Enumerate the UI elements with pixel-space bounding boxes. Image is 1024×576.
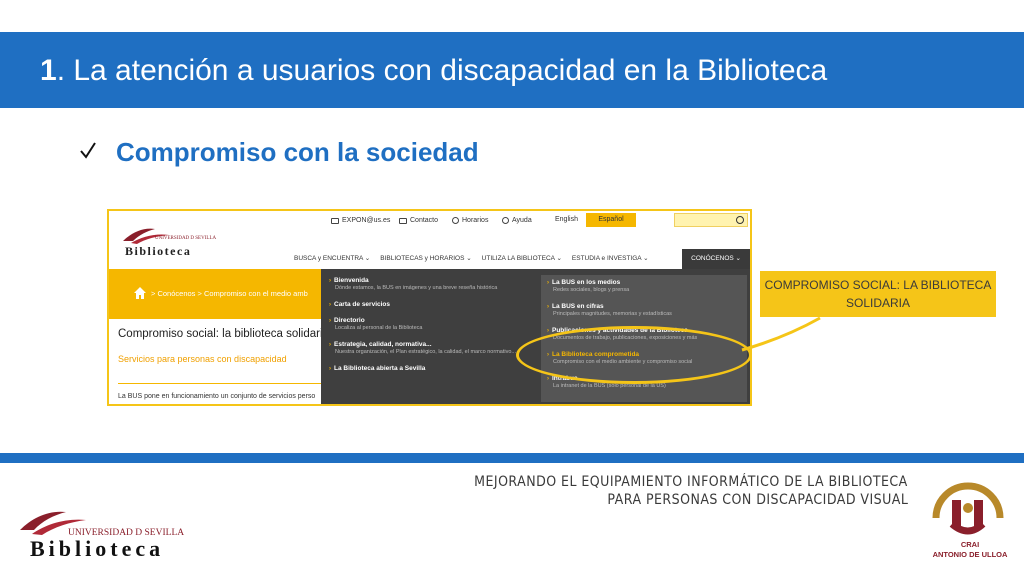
- footer-line-1: MEJORANDO EL EQUIPAMIENTO INFORMÁTICO DE…: [474, 474, 908, 490]
- crai-name: ANTONIO DE ULLOA: [932, 550, 1008, 559]
- menu-item-sub: Localiza al personal de la Biblioteca: [335, 325, 423, 331]
- chevron-right-icon: ›: [329, 366, 331, 372]
- menu-item-medios[interactable]: › La BUS en los medios Redes sociales, bl…: [547, 279, 629, 293]
- callout-box: COMPROMISO SOCIAL: LA BIBLIOTECA SOLIDAR…: [760, 271, 996, 317]
- chevron-right-icon: ›: [547, 376, 549, 382]
- nav-estudia[interactable]: ESTUDIA e INVESTIGA ⌄: [567, 249, 654, 269]
- chevron-right-icon: ›: [329, 302, 331, 308]
- bottom-bar: [0, 453, 1024, 463]
- menu-item-label: La BUS en cifras: [552, 303, 604, 310]
- lang-espanol[interactable]: Español: [586, 213, 636, 227]
- site-page-subtitle: Servicios para personas con discapacidad: [118, 354, 287, 364]
- highlight-ellipse: [516, 326, 752, 384]
- site-main-nav: BUSCA y ENCUENTRA ⌄ BIBLIOTECAS y HORARI…: [289, 249, 750, 269]
- chevron-right-icon: ›: [329, 278, 331, 284]
- menu-item-label: Estrategia, calidad, normativa...: [334, 341, 432, 348]
- menu-item-directorio[interactable]: › Directorio Localiza al personal de la B…: [329, 317, 422, 331]
- pointer-line: [741, 316, 821, 352]
- help-icon: [502, 217, 509, 224]
- chevron-right-icon: ›: [547, 304, 549, 310]
- university-seal-icon: [932, 482, 1004, 535]
- search-icon[interactable]: [736, 216, 744, 224]
- lang-english[interactable]: English: [555, 216, 578, 223]
- breadcrumb[interactable]: > Conócenos > Compromiso con el medio am…: [151, 289, 308, 298]
- toplink-horarios-label: Horarios: [462, 217, 489, 224]
- nav-conocenos[interactable]: CONÓCENOS ⌄: [682, 249, 750, 269]
- footer-line-2: PARA PERSONAS CON DISCAPACIDAD VISUAL: [607, 492, 908, 508]
- toplink-horarios[interactable]: Horarios: [452, 217, 488, 224]
- callout-line-2: SOLIDARIA: [845, 296, 911, 310]
- toplink-email[interactable]: EXPON@us.es: [331, 217, 390, 224]
- nav-utiliza[interactable]: UTILIZA LA BIBLIOTECA ⌄: [477, 249, 567, 269]
- menu-item-label: Bienvenida: [334, 277, 369, 284]
- site-page-title: Compromiso social: la biblioteca solidar…: [118, 328, 329, 340]
- nav-bibliotecas[interactable]: BIBLIOTECAS y HORARIOS ⌄: [375, 249, 476, 269]
- toplink-contacto-label: Contacto: [410, 217, 439, 224]
- slide-title-text: . La atención a usuarios con discapacida…: [56, 54, 828, 87]
- site-logo-name: Biblioteca: [125, 244, 192, 258]
- menu-item-cifras[interactable]: › La BUS en cifras Principales magnitudes…: [547, 303, 672, 317]
- site-logo-university: UNIVERSIDAD D SEVILLA: [155, 236, 217, 241]
- site-page-text: La BUS pone en funcionamiento un conjunt…: [118, 393, 316, 400]
- menu-item-sub: La intranet de la BUS (sólo personal de …: [553, 383, 666, 389]
- slide-title-number: 1: [40, 54, 57, 87]
- toplink-email-label: EXPON@us.es: [342, 217, 391, 224]
- slide-title: 1. La atención a usuarios con discapacid…: [40, 52, 827, 90]
- callout-line-1: COMPROMISO SOCIAL: LA BIBLIOTECA: [764, 278, 992, 292]
- menu-item-sub: Redes sociales, blogs y prensa: [553, 287, 630, 293]
- crai-label: CRAI: [960, 540, 980, 549]
- chevron-right-icon: ›: [547, 280, 549, 286]
- slide-subtitle: Compromiso con la sociedad: [116, 137, 479, 167]
- menu-item-label: Carta de servicios: [334, 301, 391, 308]
- site-divider: [118, 383, 338, 384]
- library-logo-name: Biblioteca: [30, 536, 165, 561]
- menu-item-abierta[interactable]: › La Biblioteca abierta a Sevilla: [329, 365, 425, 372]
- menu-item-label: Directorio: [334, 317, 365, 324]
- chevron-right-icon: ›: [329, 342, 331, 348]
- menu-item-estrategia[interactable]: › Estrategia, calidad, normativa... Nuest…: [329, 341, 516, 355]
- menu-item-label: La BUS en los medios: [552, 279, 621, 286]
- nav-busca[interactable]: BUSCA y ENCUENTRA ⌄: [289, 249, 375, 269]
- mail-icon: [399, 217, 407, 224]
- toplink-ayuda-label: Ayuda: [512, 217, 532, 224]
- chevron-right-icon: ›: [329, 318, 331, 324]
- menu-item-carta[interactable]: › Carta de servicios: [329, 301, 390, 308]
- chevron-right-icon: ›: [547, 328, 549, 334]
- toplink-contacto[interactable]: Contacto: [399, 217, 438, 224]
- menu-item-sub: Dónde estamos, la BUS en imágenes y una …: [335, 285, 498, 291]
- clock-icon: [452, 217, 459, 224]
- site-logo[interactable]: UNIVERSIDAD D SEVILLA Biblioteca: [119, 223, 219, 263]
- menu-item-label: La Biblioteca abierta a Sevilla: [334, 365, 426, 372]
- mail-icon: [331, 217, 339, 224]
- toplink-ayuda[interactable]: Ayuda: [502, 217, 532, 224]
- logo-swoosh-icon: [123, 228, 169, 244]
- menu-item-sub: Nuestra organización, el Plan estratégic…: [335, 349, 516, 355]
- home-icon[interactable]: [133, 286, 147, 300]
- site-search-input[interactable]: [674, 213, 748, 227]
- menu-item-bienvenida[interactable]: › Bienvenida Dónde estamos, la BUS en imá…: [329, 277, 497, 291]
- menu-item-sub: Principales magnitudes, memorias y estad…: [553, 311, 672, 317]
- checkmark-icon: [80, 142, 96, 159]
